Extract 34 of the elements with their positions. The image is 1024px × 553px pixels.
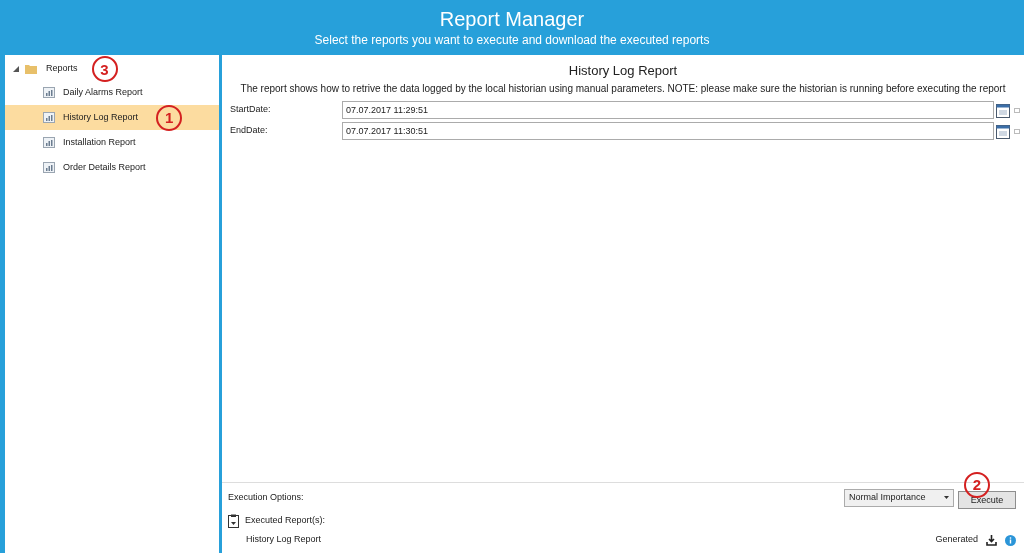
importance-dropdown[interactable]: Normal Importance: [844, 488, 954, 507]
report-title: History Log Report: [567, 63, 679, 79]
field-label: StartDate:: [230, 103, 272, 117]
tree-item[interactable]: Daily Alarms Report: [5, 80, 219, 105]
chart-icon: [43, 162, 55, 173]
calendar-icon[interactable]: [996, 102, 1010, 118]
app-subtitle: Select the reports you want to execute and download the executed reports: [314, 31, 710, 49]
expand-arrow-icon[interactable]: [13, 66, 19, 72]
callout-number: 2: [964, 471, 990, 498]
tree-item[interactable]: Installation Report: [5, 130, 219, 155]
callout-number: 3: [91, 56, 118, 82]
report-status: Generated: [935, 533, 978, 547]
executed-reports-label: Executed Report(s):: [245, 514, 326, 528]
tree-item[interactable]: History Log Report 1: [5, 105, 219, 130]
field-label: EndDate:: [230, 124, 269, 138]
calendar-icon[interactable]: [996, 123, 1010, 139]
caret-icon: [944, 496, 949, 499]
folder-icon: [25, 64, 37, 74]
chart-icon: [43, 87, 55, 98]
chart-icon: [43, 112, 55, 123]
tree-item[interactable]: Reports: [46, 62, 78, 76]
tree-item[interactable]: Order Details Report: [5, 155, 219, 180]
execution-options-label: Execution Options:: [228, 490, 305, 504]
executed-report-name: History Log Report: [246, 533, 323, 547]
chart-icon: [43, 137, 55, 148]
date-field[interactable]: 07.07.2017 11:29:51: [342, 101, 994, 119]
download-icon[interactable]: [986, 534, 997, 546]
report-description: The report shows how to retrive the data logged by the local historian using manual parameters. NOTE: please make sure the historian is running before executing the report: [239, 82, 1007, 96]
date-field[interactable]: 07.07.2017 11:30:51: [342, 122, 994, 140]
callout-number: 1: [156, 104, 183, 131]
clipboard-icon: [228, 514, 239, 528]
execute-button[interactable]: Execute: [958, 491, 1016, 510]
info-icon[interactable]: [1005, 534, 1016, 546]
app-title: Report Manager: [439, 6, 585, 31]
